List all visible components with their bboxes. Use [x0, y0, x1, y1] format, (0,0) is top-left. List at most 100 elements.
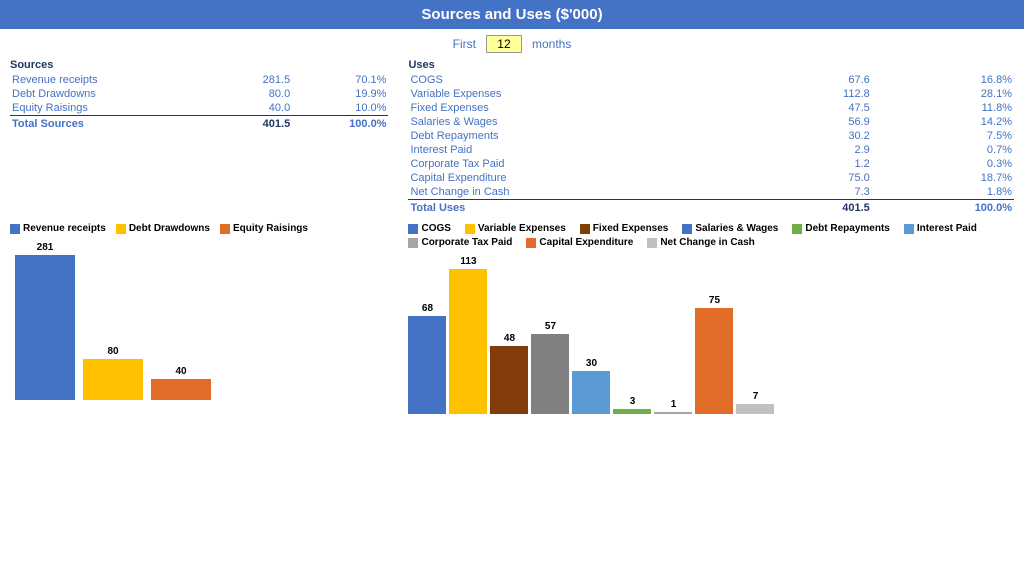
use-value-4: 56.9 [763, 115, 872, 129]
legend-item: Corporate Tax Paid [408, 237, 512, 248]
use-pct-9: 1.8% [872, 185, 1014, 200]
legend-label: Corporate Tax Paid [421, 237, 512, 248]
legend-label: Capital Expenditure [539, 237, 633, 248]
months-row: First 12 months [0, 29, 1024, 59]
uses-total-value: 401.5 [763, 200, 872, 216]
bar-group: 30 [572, 358, 610, 414]
legend-item: Equity Raisings [220, 223, 308, 234]
use-value-7: 1.2 [763, 157, 872, 171]
bar-group: 75 [695, 295, 733, 414]
legend-item: Net Change in Cash [647, 237, 754, 248]
bar-label: 48 [504, 333, 515, 344]
source-pct-1: 70.1% [292, 73, 388, 87]
source-label-3: Equity Raisings [10, 101, 219, 116]
months-input[interactable]: 12 [486, 35, 522, 53]
use-label-6: Interest Paid [408, 143, 763, 157]
charts-section: Revenue receipts Debt Drawdowns Equity Rai… [0, 215, 1024, 414]
sources-bars: 281 80 40 [10, 240, 388, 400]
use-label-1: COGS [408, 73, 763, 87]
use-label-4: Salaries & Wages [408, 115, 763, 129]
legend-label: Revenue receipts [23, 223, 106, 234]
bar-group: 1 [654, 399, 692, 414]
bar-group: 80 [83, 346, 143, 400]
use-value-5: 30.2 [763, 129, 872, 143]
sources-chart: Revenue receipts Debt Drawdowns Equity Rai… [10, 223, 398, 414]
legend-color [792, 224, 802, 234]
legend-item: Debt Drawdowns [116, 223, 210, 234]
bar [15, 255, 75, 400]
uses-header: Uses [408, 59, 1014, 71]
use-value-3: 47.5 [763, 101, 872, 115]
table-row: Debt Drawdowns 80.0 19.9% [10, 87, 388, 101]
legend-color [220, 224, 230, 234]
bar [572, 371, 610, 414]
page-title: Sources and Uses ($'000) [0, 0, 1024, 29]
legend-color [408, 224, 418, 234]
source-value-1: 281.5 [219, 73, 292, 87]
use-label-2: Variable Expenses [408, 87, 763, 101]
bar-label: 57 [545, 321, 556, 332]
bar [531, 334, 569, 414]
bar-group: 3 [613, 396, 651, 414]
uses-total-row: Total Uses 401.5 100.0% [408, 200, 1014, 216]
legend-color [647, 238, 657, 248]
bar-label: 30 [586, 358, 597, 369]
bar [408, 316, 446, 414]
bar-label: 80 [107, 346, 118, 357]
table-row: Fixed Expenses 47.5 11.8% [408, 101, 1014, 115]
uses-section: Uses COGS 67.6 16.8% Variable Expenses 1… [398, 59, 1014, 215]
source-value-3: 40.0 [219, 101, 292, 116]
legend-color [465, 224, 475, 234]
use-pct-3: 11.8% [872, 101, 1014, 115]
legend-item: Revenue receipts [10, 223, 106, 234]
legend-item: Debt Repayments [792, 223, 889, 234]
bar-group: 68 [408, 303, 446, 414]
bar-label: 75 [709, 295, 720, 306]
legend-label: COGS [421, 223, 450, 234]
bar-label: 7 [753, 391, 759, 402]
bar-label: 1 [671, 399, 677, 410]
legend-item: Variable Expenses [465, 223, 566, 234]
bar-label: 3 [630, 396, 636, 407]
legend-label: Debt Drawdowns [129, 223, 210, 234]
use-value-1: 67.6 [763, 73, 872, 87]
legend-item: COGS [408, 223, 450, 234]
bar [654, 412, 692, 414]
table-row: Equity Raisings 40.0 10.0% [10, 101, 388, 116]
sources-table: Revenue receipts 281.5 70.1% Debt Drawdo… [10, 73, 388, 131]
legend-label: Variable Expenses [478, 223, 566, 234]
use-pct-4: 14.2% [872, 115, 1014, 129]
legend-label: Debt Repayments [805, 223, 889, 234]
use-label-9: Net Change in Cash [408, 185, 763, 200]
bar [736, 404, 774, 414]
table-row: Capital Expenditure 75.0 18.7% [408, 171, 1014, 185]
use-value-6: 2.9 [763, 143, 872, 157]
bar [83, 359, 143, 400]
table-row: Corporate Tax Paid 1.2 0.3% [408, 157, 1014, 171]
source-label-2: Debt Drawdowns [10, 87, 219, 101]
use-label-3: Fixed Expenses [408, 101, 763, 115]
use-value-2: 112.8 [763, 87, 872, 101]
use-value-8: 75.0 [763, 171, 872, 185]
legend-color [682, 224, 692, 234]
bar-group: 57 [531, 321, 569, 414]
uses-total-pct: 100.0% [872, 200, 1014, 216]
uses-bars: 68 113 48 57 30 3 1 75 7 [408, 254, 1014, 414]
use-pct-1: 16.8% [872, 73, 1014, 87]
bar [490, 346, 528, 414]
bar-label: 113 [460, 256, 476, 267]
sources-header: Sources [10, 59, 388, 71]
bar-group: 281 [15, 242, 75, 400]
bar [151, 379, 211, 400]
sources-total-label: Total Sources [10, 116, 219, 132]
legend-item: Capital Expenditure [526, 237, 633, 248]
bar [695, 308, 733, 414]
use-value-9: 7.3 [763, 185, 872, 200]
legend-color [526, 238, 536, 248]
sources-total-value: 401.5 [219, 116, 292, 132]
use-label-5: Debt Repayments [408, 129, 763, 143]
sources-section: Sources Revenue receipts 281.5 70.1% Deb… [10, 59, 398, 215]
legend-label: Interest Paid [917, 223, 977, 234]
source-value-2: 80.0 [219, 87, 292, 101]
sources-total-row: Total Sources 401.5 100.0% [10, 116, 388, 132]
